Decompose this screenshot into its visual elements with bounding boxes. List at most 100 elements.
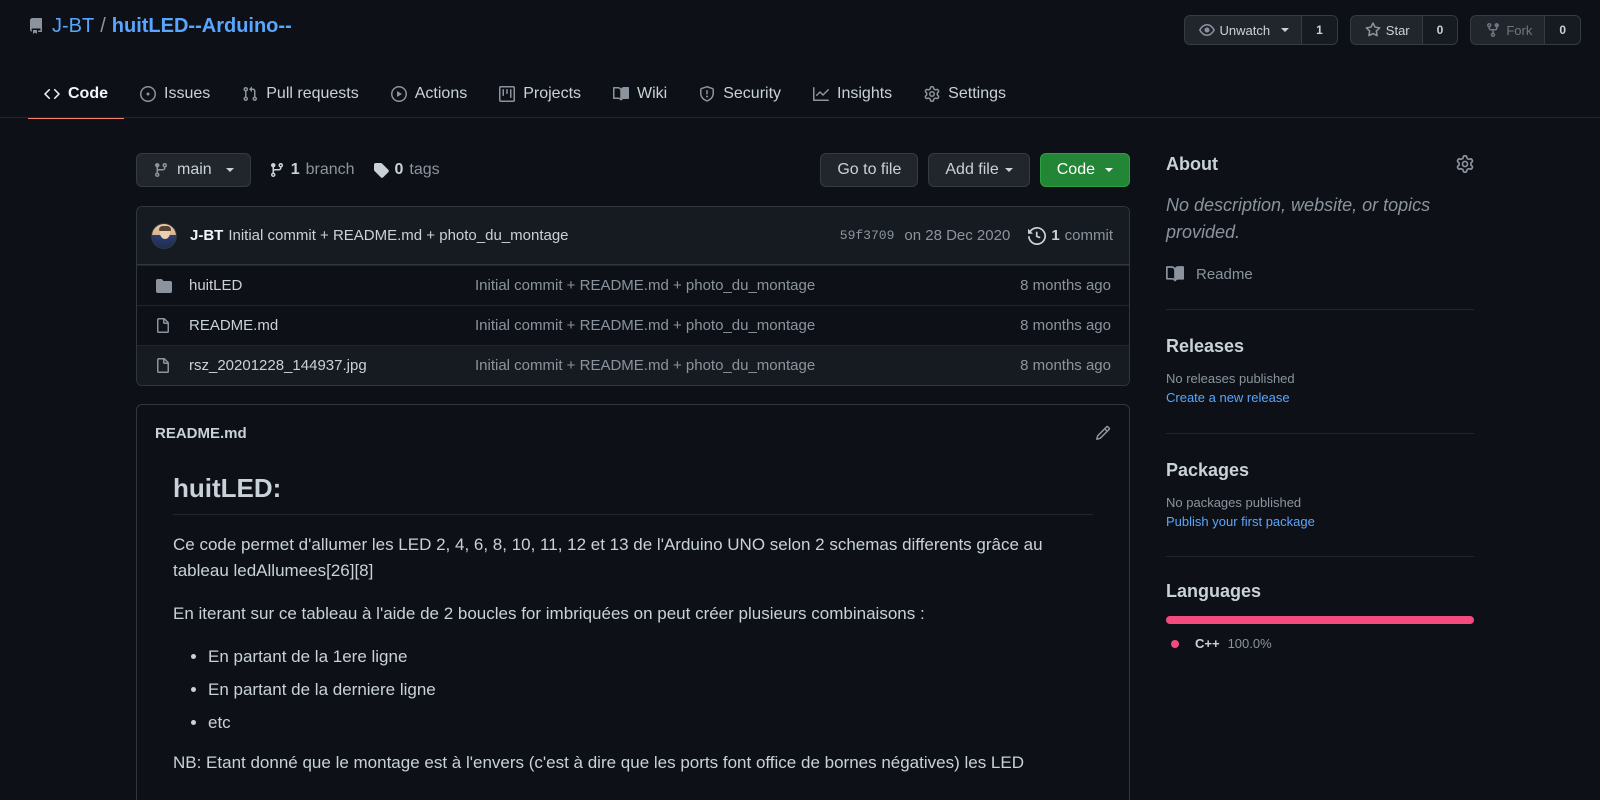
readme-filename: README.md [155,424,247,442]
tab-security[interactable]: Security [683,70,797,118]
readme-paragraph: En iterant sur ce tableau à l'aide de 2 … [173,604,925,623]
branch-count: 1 [290,161,300,178]
star-button[interactable]: Star [1351,16,1423,44]
pencil-icon[interactable] [1095,425,1111,441]
tag-word: tags [409,161,440,178]
file-name[interactable]: README.md [189,317,475,334]
file-row[interactable]: README.md Initial commit + README.md + p… [137,305,1129,345]
repo-owner-link[interactable]: J-BT [52,15,94,38]
tab-projects[interactable]: Projects [483,70,597,118]
file-row[interactable]: huitLED Initial commit + README.md + pho… [137,265,1129,305]
branch-select-button[interactable]: main [136,153,251,187]
commit-sha[interactable]: 59f3709 [840,228,895,243]
about-title: About [1166,153,1218,174]
tab-issues[interactable]: Issues [124,70,226,118]
tab-wiki-label: Wiki [637,85,668,102]
tag-icon [373,162,389,178]
graph-icon [813,86,830,102]
file-toolbar: main 1 branch 0 tags Go to file Add file… [136,153,1130,187]
list-item: En partant de la 1ere ligne [208,644,1093,670]
book-icon [613,86,630,102]
readme-link[interactable]: Readme [1166,265,1474,283]
branches-link[interactable]: 1 branch [269,161,355,179]
chevron-down-icon [1004,168,1013,172]
language-item[interactable]: C++ 100.0% [1171,636,1474,651]
tab-settings-label: Settings [948,85,1006,102]
nav-divider [0,117,1600,118]
file-commit-message[interactable]: Initial commit + README.md + photo_du_mo… [475,317,1020,334]
publish-package-link[interactable]: Publish your first package [1166,514,1474,529]
commit-meta: 59f3709 on 28 Dec 2020 1 commit [840,226,1113,245]
tab-pull-requests-label: Pull requests [266,85,359,102]
language-percent: 100.0% [1227,636,1272,651]
avatar[interactable] [151,222,177,249]
commit-author[interactable]: J-BT [190,227,223,244]
fork-icon [1485,22,1501,38]
file-name[interactable]: rsz_20201228_144937.jpg [189,357,475,374]
star-label: Star [1385,22,1410,38]
file-commit-message[interactable]: Initial commit + README.md + photo_du_mo… [475,357,1020,374]
repo-name-link[interactable]: huitLED--Arduino-- [112,15,292,38]
fork-label: Fork [1506,22,1533,38]
repo-separator: / [100,14,106,37]
languages-title: Languages [1166,581,1262,601]
about-description: No description, website, or topics provi… [1166,195,1431,242]
file-icon [155,357,175,374]
readme-paragraph: NB: Etant donné que le montage est à l'e… [173,753,1025,772]
tab-actions[interactable]: Actions [375,70,483,118]
language-name: C++ [1195,636,1220,651]
commit-count-word: commit [1064,227,1113,244]
readme-paragraph: Ce code permet d'allumer les LED 2, 4, 6… [173,535,1043,580]
code-icon [44,86,60,102]
unwatch-button[interactable]: Unwatch [1185,16,1303,44]
commits-link[interactable]: 1 commit [1028,226,1113,245]
readme-link-label: Readme [1196,265,1253,283]
file-age: 8 months ago [1020,317,1111,334]
add-file-label: Add file [945,161,999,178]
about-section: About No description, website, or topics… [1166,150,1474,310]
packages-empty-text: No packages published [1166,495,1302,510]
readme-list: En partant de la 1ere ligne En partant d… [208,644,1093,736]
branch-word: branch [305,161,355,178]
fork-button[interactable]: Fork [1471,16,1546,44]
tab-code[interactable]: Code [28,70,124,119]
file-row[interactable]: rsz_20201228_144937.jpg Initial commit +… [137,345,1129,385]
header-actions: Unwatch 1 Star 0 Fork 0 [1183,15,1581,45]
add-file-button[interactable]: Add file [928,153,1030,187]
chevron-down-icon [1105,168,1113,172]
tab-issues-label: Issues [164,85,211,102]
repo-sidebar: About No description, website, or topics… [1166,150,1474,651]
readme-heading: huitLED: [173,473,1093,515]
tags-link[interactable]: 0 tags [373,161,440,179]
tab-projects-label: Projects [523,85,582,102]
commit-message[interactable]: Initial commit + README.md + photo_du_mo… [228,227,568,244]
pull-request-icon [242,86,258,102]
fork-count[interactable]: 0 [1545,16,1580,44]
issue-icon [140,86,156,102]
file-commit-message[interactable]: Initial commit + README.md + photo_du_mo… [475,277,1020,294]
file-name[interactable]: huitLED [189,277,475,294]
releases-title[interactable]: Releases [1166,336,1474,357]
packages-title[interactable]: Packages [1166,460,1474,481]
watch-count[interactable]: 1 [1302,16,1337,44]
language-bar [1166,616,1474,624]
tab-security-label: Security [723,85,782,102]
tab-settings[interactable]: Settings [908,70,1022,118]
code-download-button[interactable]: Code [1039,153,1130,187]
repo-icon [28,18,44,34]
git-branch-icon [153,162,169,178]
gear-icon[interactable] [1456,155,1474,173]
go-to-file-button[interactable]: Go to file [820,153,919,187]
tab-wiki[interactable]: Wiki [597,70,683,118]
tab-pull-requests[interactable]: Pull requests [226,70,375,118]
play-icon [390,86,407,102]
gear-icon [924,86,940,102]
history-icon [1028,226,1047,245]
star-count[interactable]: 0 [1422,16,1458,44]
star-button-group: Star 0 [1349,15,1459,45]
branch-name: main [177,161,212,178]
create-release-link[interactable]: Create a new release [1166,390,1474,405]
chevron-down-icon [1281,28,1290,32]
list-item: En partant de la derniere ligne [208,677,1093,703]
tab-insights[interactable]: Insights [797,70,908,118]
